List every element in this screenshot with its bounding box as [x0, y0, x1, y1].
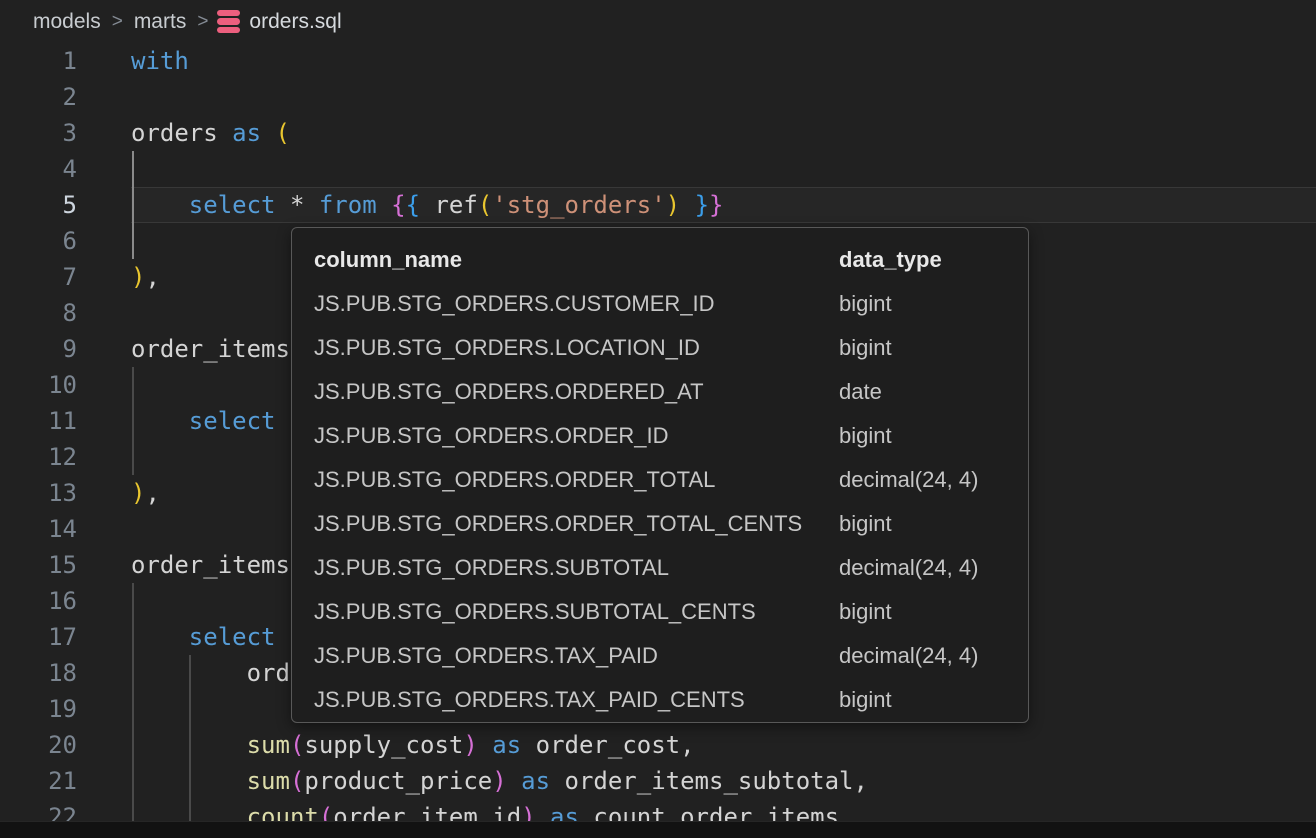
breadcrumb-item-marts[interactable]: marts — [134, 10, 187, 34]
code-text: sum(supply_cost) as order_cost, — [131, 727, 1316, 763]
line-number: 19 — [0, 691, 131, 727]
column-info-popup: column_name data_type JS.PUB.STG_ORDERS.… — [291, 227, 1029, 723]
indent-guide — [189, 655, 191, 835]
popup-table-row: JS.PUB.STG_ORDERS.ORDERED_ATdate — [292, 370, 1028, 414]
popup-table-row: JS.PUB.STG_ORDERS.TAX_PAIDdecimal(24, 4) — [292, 634, 1028, 678]
popup-table-row: JS.PUB.STG_ORDERS.TAX_PAID_CENTSbigint — [292, 678, 1028, 722]
line-number: 21 — [0, 763, 131, 799]
popup-cell-column-name: JS.PUB.STG_ORDERS.LOCATION_ID — [314, 335, 839, 361]
popup-cell-column-name: JS.PUB.STG_ORDERS.SUBTOTAL_CENTS — [314, 599, 839, 625]
popup-cell-column-name: JS.PUB.STG_ORDERS.ORDERED_AT — [314, 379, 839, 405]
code-text: select * from {{ ref('stg_orders') }} — [131, 187, 1316, 223]
popup-table-row: JS.PUB.STG_ORDERS.CUSTOMER_IDbigint — [292, 282, 1028, 326]
popup-cell-data-type: date — [839, 379, 1028, 405]
popup-table-row: JS.PUB.STG_ORDERS.ORDER_TOTAL_CENTSbigin… — [292, 502, 1028, 546]
popup-table-row: JS.PUB.STG_ORDERS.ORDER_IDbigint — [292, 414, 1028, 458]
popup-table-row: JS.PUB.STG_ORDERS.ORDER_TOTALdecimal(24,… — [292, 458, 1028, 502]
breadcrumb-item-file[interactable]: orders.sql — [249, 10, 341, 34]
popup-cell-data-type: bigint — [839, 687, 1028, 713]
popup-table-row: JS.PUB.STG_ORDERS.SUBTOTALdecimal(24, 4) — [292, 546, 1028, 590]
popup-cell-data-type: decimal(24, 4) — [839, 467, 1028, 493]
code-line-4[interactable]: 4 — [0, 151, 1316, 187]
line-number: 20 — [0, 727, 131, 763]
code-line-1[interactable]: 1with — [0, 43, 1316, 79]
line-number: 6 — [0, 223, 131, 259]
breadcrumb-separator: > — [197, 11, 208, 33]
line-number: 5 — [0, 187, 131, 223]
breadcrumb-separator: > — [112, 11, 123, 33]
breadcrumb: models > marts > orders.sql — [33, 0, 342, 43]
line-number: 1 — [0, 43, 131, 79]
code-line-21[interactable]: 21 sum(product_price) as order_items_sub… — [0, 763, 1316, 799]
breadcrumb-item-models[interactable]: models — [33, 10, 101, 34]
popup-cell-data-type: decimal(24, 4) — [839, 555, 1028, 581]
bottom-panel-edge — [0, 821, 1316, 838]
popup-cell-data-type: decimal(24, 4) — [839, 643, 1028, 669]
line-number: 7 — [0, 259, 131, 295]
line-number: 4 — [0, 151, 131, 187]
code-line-20[interactable]: 20 sum(supply_cost) as order_cost, — [0, 727, 1316, 763]
line-number: 10 — [0, 367, 131, 403]
code-text — [131, 79, 1316, 115]
popup-cell-data-type: bigint — [839, 335, 1028, 361]
database-icon — [217, 10, 240, 34]
popup-cell-column-name: JS.PUB.STG_ORDERS.SUBTOTAL — [314, 555, 839, 581]
line-number: 13 — [0, 475, 131, 511]
popup-cell-column-name: JS.PUB.STG_ORDERS.ORDER_TOTAL_CENTS — [314, 511, 839, 537]
code-line-3[interactable]: 3orders as ( — [0, 115, 1316, 151]
line-number: 8 — [0, 295, 131, 331]
line-number: 12 — [0, 439, 131, 475]
popup-cell-column-name: JS.PUB.STG_ORDERS.TAX_PAID — [314, 643, 839, 669]
popup-rows: JS.PUB.STG_ORDERS.CUSTOMER_IDbigintJS.PU… — [292, 282, 1028, 722]
code-text — [131, 151, 1316, 187]
line-number: 17 — [0, 619, 131, 655]
line-number: 3 — [0, 115, 131, 151]
popup-cell-data-type: bigint — [839, 291, 1028, 317]
line-number: 14 — [0, 511, 131, 547]
popup-table-row: JS.PUB.STG_ORDERS.LOCATION_IDbigint — [292, 326, 1028, 370]
line-number: 16 — [0, 583, 131, 619]
indent-guide — [132, 583, 134, 835]
indent-guide — [132, 367, 134, 475]
code-line-5[interactable]: 5 select * from {{ ref('stg_orders') }} — [0, 187, 1316, 223]
line-number: 15 — [0, 547, 131, 583]
popup-header-data-type: data_type — [839, 247, 1028, 273]
line-number: 9 — [0, 331, 131, 367]
popup-header-row: column_name data_type — [292, 238, 1028, 282]
popup-cell-column-name: JS.PUB.STG_ORDERS.ORDER_ID — [314, 423, 839, 449]
popup-cell-data-type: bigint — [839, 599, 1028, 625]
popup-cell-column-name: JS.PUB.STG_ORDERS.TAX_PAID_CENTS — [314, 687, 839, 713]
popup-table-row: JS.PUB.STG_ORDERS.SUBTOTAL_CENTSbigint — [292, 590, 1028, 634]
indent-guide-active — [132, 151, 134, 259]
line-number: 11 — [0, 403, 131, 439]
line-number: 18 — [0, 655, 131, 691]
code-text: with — [131, 43, 1316, 79]
code-text: orders as ( — [131, 115, 1316, 151]
line-number: 2 — [0, 79, 131, 115]
popup-cell-column-name: JS.PUB.STG_ORDERS.CUSTOMER_ID — [314, 291, 839, 317]
popup-cell-data-type: bigint — [839, 511, 1028, 537]
popup-cell-column-name: JS.PUB.STG_ORDERS.ORDER_TOTAL — [314, 467, 839, 493]
popup-header-column-name: column_name — [314, 247, 839, 273]
code-text: sum(product_price) as order_items_subtot… — [131, 763, 1316, 799]
popup-cell-data-type: bigint — [839, 423, 1028, 449]
code-line-2[interactable]: 2 — [0, 79, 1316, 115]
